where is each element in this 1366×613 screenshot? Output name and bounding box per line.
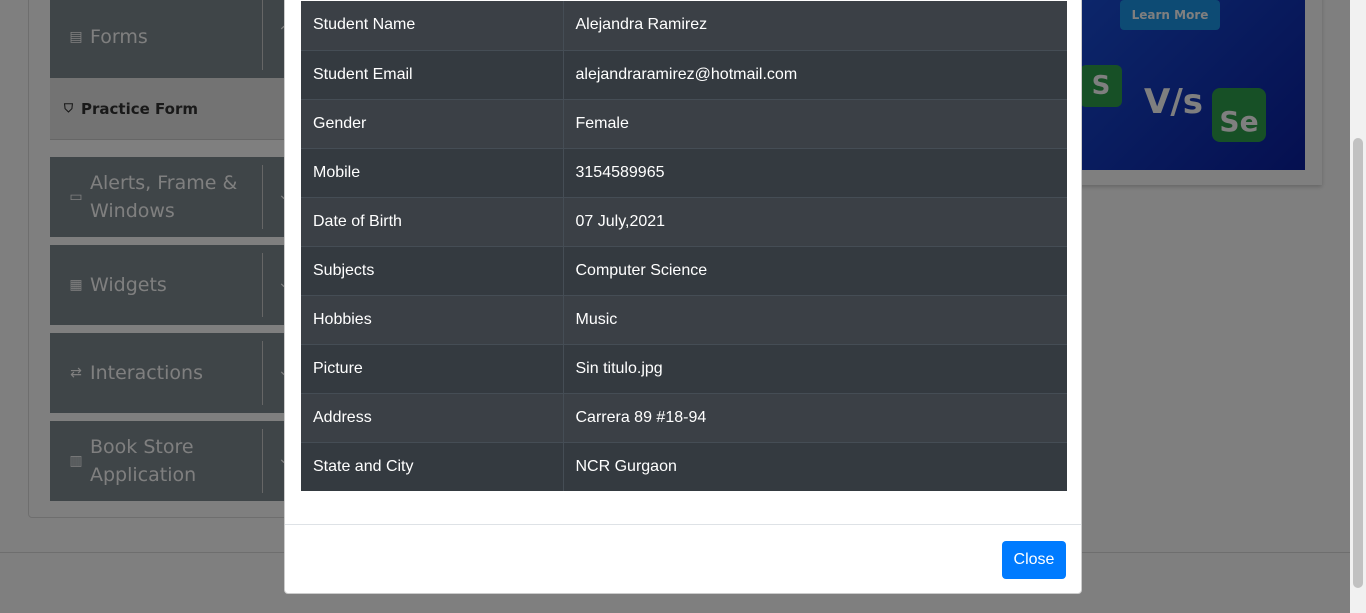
submission-modal: Student Name Alejandra Ramirez Student Ema… xyxy=(284,0,1082,594)
row-label: Gender xyxy=(301,98,564,148)
row-label: Student Name xyxy=(301,1,564,50)
row-label: Picture xyxy=(301,343,564,393)
row-value: Alejandra Ramirez xyxy=(563,1,1067,50)
row-value: NCR Gurgaon xyxy=(563,441,1067,491)
close-button[interactable]: Close xyxy=(1002,541,1066,579)
submission-table: Student Name Alejandra Ramirez Student Ema… xyxy=(301,1,1067,491)
table-row: Student Name Alejandra Ramirez xyxy=(301,1,1067,50)
row-value: alejandraramirez@hotmail.com xyxy=(563,49,1067,99)
row-value: Female xyxy=(563,98,1067,148)
modal-footer-divider xyxy=(285,524,1081,525)
table-row: Mobile 3154589965 xyxy=(301,147,1067,197)
table-row: Date of Birth 07 July,2021 xyxy=(301,196,1067,246)
row-value: Carrera 89 #18-94 xyxy=(563,392,1067,442)
row-label: Student Email xyxy=(301,49,564,99)
row-value: 07 July,2021 xyxy=(563,196,1067,246)
row-value: Computer Science xyxy=(563,245,1067,295)
row-label: Address xyxy=(301,392,564,442)
table-row: Gender Female xyxy=(301,98,1067,148)
row-label: Subjects xyxy=(301,245,564,295)
row-label: State and City xyxy=(301,441,564,491)
row-label: Date of Birth xyxy=(301,196,564,246)
table-row: Hobbies Music xyxy=(301,294,1067,344)
scrollbar-thumb[interactable] xyxy=(1353,138,1363,588)
row-label: Mobile xyxy=(301,147,564,197)
table-row: Student Email alejandraramirez@hotmail.co… xyxy=(301,49,1067,99)
row-value: 3154589965 xyxy=(563,147,1067,197)
row-value: Music xyxy=(563,294,1067,344)
table-row: State and City NCR Gurgaon xyxy=(301,441,1067,491)
row-label: Hobbies xyxy=(301,294,564,344)
row-value: Sin titulo.jpg xyxy=(563,343,1067,393)
table-row: Address Carrera 89 #18-94 xyxy=(301,392,1067,442)
table-row: Subjects Computer Science xyxy=(301,245,1067,295)
table-row: Picture Sin titulo.jpg xyxy=(301,343,1067,393)
scrollbar[interactable] xyxy=(1350,0,1366,613)
